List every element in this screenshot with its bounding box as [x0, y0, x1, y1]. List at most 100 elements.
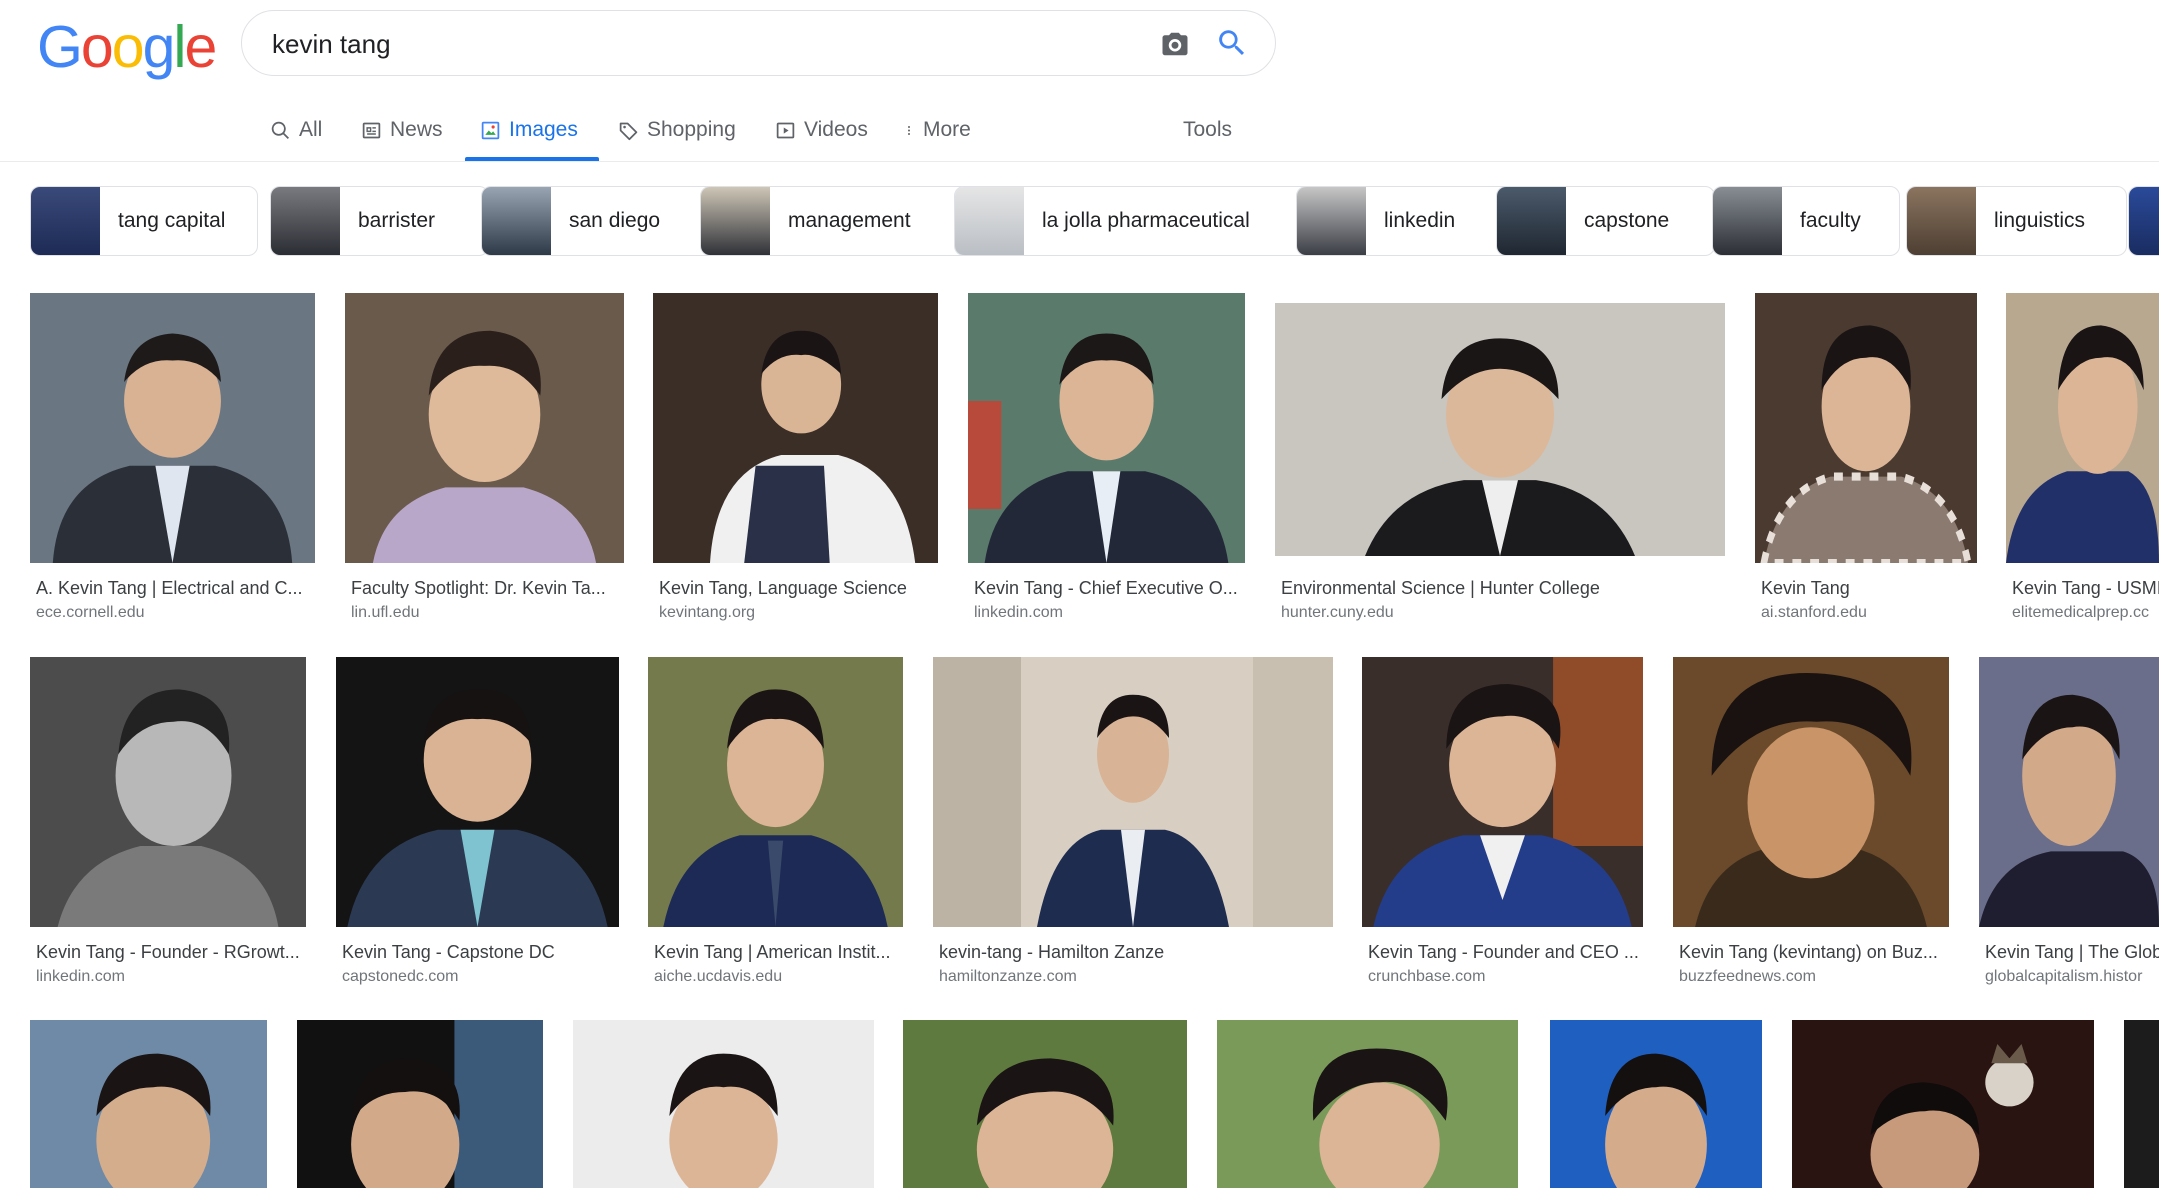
- tab-tools[interactable]: Tools: [1183, 114, 1232, 146]
- image-result[interactable]: [1792, 1020, 2094, 1188]
- result-thumbnail[interactable]: [1673, 657, 1949, 927]
- result-thumbnail[interactable]: [30, 293, 315, 563]
- result-source[interactable]: capstonedc.com: [342, 968, 622, 986]
- tab-shopping[interactable]: Shopping: [618, 114, 736, 146]
- image-result[interactable]: Faculty Spotlight: Dr. Kevin Ta... lin.u…: [345, 293, 624, 629]
- chip-linguistics[interactable]: linguistics: [1906, 186, 2127, 256]
- image-result[interactable]: Kevin Tang | The Glob globalcapitalism.h…: [1979, 657, 2159, 993]
- image-result[interactable]: Environmental Science | Hunter College h…: [1275, 293, 1725, 629]
- result-thumbnail[interactable]: [933, 657, 1333, 927]
- chip-linkedin[interactable]: linkedin: [1296, 186, 1515, 256]
- result-title[interactable]: Faculty Spotlight: Dr. Kevin Ta...: [351, 578, 621, 599]
- image-result[interactable]: Kevin Tang - Founder - RGrowt... linkedi…: [30, 657, 306, 993]
- result-title[interactable]: Kevin Tang - Founder - RGrowt...: [36, 942, 306, 963]
- search-icon[interactable]: [1215, 26, 1249, 60]
- image-result[interactable]: A. Kevin Tang | Electrical and C... ece.…: [30, 293, 315, 629]
- image-result[interactable]: [1217, 1020, 1518, 1188]
- image-result[interactable]: [2124, 1020, 2159, 1188]
- result-thumbnail[interactable]: [1979, 657, 2159, 927]
- result-thumbnail[interactable]: [30, 1020, 267, 1188]
- result-thumbnail[interactable]: [653, 293, 938, 563]
- search-box[interactable]: kevin tang: [241, 10, 1276, 76]
- search-tabs: All News Images Shopping Videos More Too…: [0, 100, 2159, 162]
- chip-faculty[interactable]: faculty: [1712, 186, 1900, 256]
- chip-management[interactable]: management: [700, 186, 971, 256]
- image-result[interactable]: [30, 1020, 267, 1188]
- chip-thumbnail: [955, 187, 1024, 255]
- result-title[interactable]: Kevin Tang | The Glob: [1985, 942, 2159, 963]
- result-thumbnail[interactable]: [297, 1020, 543, 1188]
- image-result[interactable]: [903, 1020, 1187, 1188]
- tab-images[interactable]: Images: [480, 114, 578, 146]
- result-thumbnail[interactable]: [1550, 1020, 1762, 1188]
- result-thumbnail[interactable]: [1275, 303, 1725, 556]
- result-title[interactable]: Kevin Tang - Chief Executive O...: [974, 578, 1244, 599]
- result-source[interactable]: linkedin.com: [36, 968, 306, 986]
- result-source[interactable]: hamiltonzanze.com: [939, 968, 1334, 986]
- tab-news[interactable]: News: [361, 114, 443, 146]
- image-result[interactable]: [573, 1020, 874, 1188]
- result-thumbnail[interactable]: [1362, 657, 1643, 927]
- portrait-photo: [1550, 1020, 1762, 1188]
- image-result[interactable]: Kevin Tang ai.stanford.edu: [1755, 293, 1977, 629]
- chip-capstone[interactable]: capstone: [1496, 186, 1715, 256]
- image-result[interactable]: Kevin Tang, Language Science kevintang.o…: [653, 293, 938, 629]
- result-source[interactable]: aiche.ucdavis.edu: [654, 968, 904, 986]
- result-title[interactable]: kevin-tang - Hamilton Zanze: [939, 942, 1334, 963]
- result-source[interactable]: kevintang.org: [659, 604, 939, 622]
- chip-san-diego[interactable]: san diego: [481, 186, 717, 256]
- result-thumbnail[interactable]: [573, 1020, 874, 1188]
- result-source[interactable]: globalcapitalism.histor: [1985, 968, 2159, 986]
- image-result[interactable]: [1550, 1020, 1762, 1188]
- result-source[interactable]: lin.ufl.edu: [351, 604, 621, 622]
- camera-icon[interactable]: [1159, 29, 1191, 59]
- image-result[interactable]: Kevin Tang - Founder and CEO ... crunchb…: [1362, 657, 1643, 993]
- tab-all[interactable]: All: [270, 114, 322, 146]
- result-title[interactable]: Environmental Science | Hunter College: [1281, 578, 1721, 599]
- portrait-photo: [297, 1020, 543, 1188]
- result-source[interactable]: linkedin.com: [974, 604, 1244, 622]
- result-source[interactable]: buzzfeednews.com: [1679, 968, 1949, 986]
- result-thumbnail[interactable]: [336, 657, 619, 927]
- result-thumbnail[interactable]: [648, 657, 903, 927]
- result-thumbnail[interactable]: [903, 1020, 1187, 1188]
- result-title[interactable]: Kevin Tang - USMI: [2012, 578, 2159, 599]
- portrait-photo: [1755, 293, 1977, 563]
- result-source[interactable]: hunter.cuny.edu: [1281, 604, 1721, 622]
- result-thumbnail[interactable]: [1755, 293, 1977, 563]
- result-thumbnail[interactable]: [30, 657, 306, 927]
- google-logo[interactable]: Google: [37, 18, 217, 77]
- result-title[interactable]: Kevin Tang: [1761, 578, 1976, 599]
- result-title[interactable]: Kevin Tang, Language Science: [659, 578, 939, 599]
- image-result[interactable]: Kevin Tang - Capstone DC capstonedc.com: [336, 657, 619, 993]
- chip-tang-capital[interactable]: tang capital: [30, 186, 258, 256]
- result-thumbnail[interactable]: [1217, 1020, 1518, 1188]
- result-source[interactable]: ai.stanford.edu: [1761, 604, 1976, 622]
- result-thumbnail[interactable]: [2006, 293, 2159, 563]
- tab-more[interactable]: More: [903, 114, 971, 146]
- result-title[interactable]: Kevin Tang | American Instit...: [654, 942, 904, 963]
- image-result[interactable]: Kevin Tang (kevintang) on Buz... buzzfee…: [1673, 657, 1949, 993]
- result-thumbnail[interactable]: [968, 293, 1245, 563]
- result-thumbnail[interactable]: [2124, 1020, 2159, 1188]
- result-source[interactable]: crunchbase.com: [1368, 968, 1643, 986]
- chip-la-jolla-pharmaceutical[interactable]: la jolla pharmaceutical: [954, 186, 1314, 256]
- result-thumbnail[interactable]: [1792, 1020, 2094, 1188]
- result-source[interactable]: elitemedicalprep.cc: [2012, 604, 2159, 622]
- result-title[interactable]: A. Kevin Tang | Electrical and C...: [36, 578, 316, 599]
- result-title[interactable]: Kevin Tang (kevintang) on Buz...: [1679, 942, 1949, 963]
- image-result[interactable]: Kevin Tang | American Instit... aiche.uc…: [648, 657, 903, 993]
- chip-next[interactable]: [2128, 186, 2159, 256]
- tab-videos[interactable]: Videos: [775, 114, 868, 146]
- portrait-photo: [1979, 657, 2159, 927]
- image-result[interactable]: kevin-tang - Hamilton Zanze hamiltonzanz…: [933, 657, 1333, 993]
- chip-barrister[interactable]: barrister: [270, 186, 489, 256]
- result-source[interactable]: ece.cornell.edu: [36, 604, 316, 622]
- search-input[interactable]: kevin tang: [272, 29, 391, 60]
- image-result[interactable]: Kevin Tang - USMI elitemedicalprep.cc: [2006, 293, 2159, 629]
- result-title[interactable]: Kevin Tang - Founder and CEO ...: [1368, 942, 1643, 963]
- result-title[interactable]: Kevin Tang - Capstone DC: [342, 942, 622, 963]
- result-thumbnail[interactable]: [345, 293, 624, 563]
- image-result[interactable]: Kevin Tang - Chief Executive O... linked…: [968, 293, 1245, 629]
- image-result[interactable]: [297, 1020, 543, 1188]
